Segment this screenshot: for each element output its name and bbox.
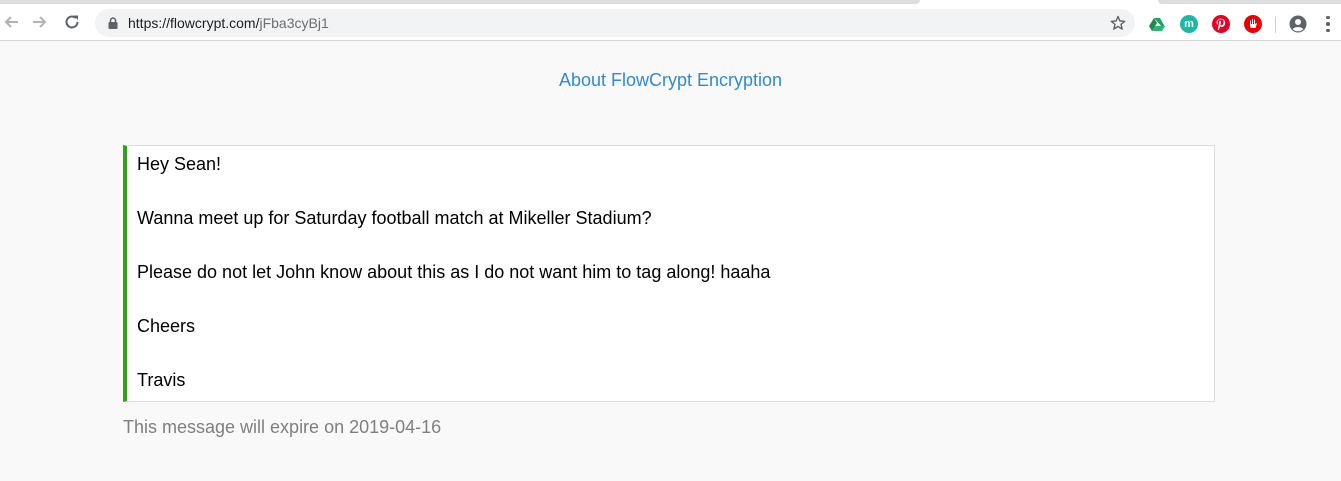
adblock-extension[interactable]: [1244, 15, 1262, 33]
browser-toolbar: https://flowcrypt.com/jFba3cyBj1 m: [0, 5, 1341, 41]
about-section: About FlowCrypt Encryption: [0, 70, 1341, 91]
message-line: Please do not let John know about this a…: [137, 262, 771, 282]
bookmark-button[interactable]: [1109, 14, 1127, 32]
pinterest-extension[interactable]: [1212, 15, 1230, 33]
expiry-notice: This message will expire on 2019-04-16: [123, 417, 441, 438]
about-flowcrypt-link[interactable]: About FlowCrypt Encryption: [559, 70, 782, 90]
profile-icon: [1289, 15, 1307, 33]
toolbar-separator: [1275, 17, 1276, 33]
menu-dots-icon: [1326, 15, 1330, 33]
profile-button[interactable]: [1289, 15, 1307, 33]
message-line: Cheers: [137, 316, 196, 336]
forward-button[interactable]: [27, 9, 53, 35]
adblock-icon: [1250, 19, 1257, 28]
address-bar[interactable]: https://flowcrypt.com/jFba3cyBj1: [95, 9, 1135, 37]
message-line: Wanna meet up for Saturday football matc…: [137, 208, 652, 228]
lock-icon: [108, 17, 118, 29]
reload-button[interactable]: [59, 9, 85, 35]
url-host: https://flowcrypt.com/: [128, 15, 260, 31]
back-arrow-icon: [4, 16, 18, 28]
pinterest-icon: [1216, 18, 1226, 31]
google-drive-extension[interactable]: [1148, 15, 1166, 33]
expiry-date: 2019-04-16: [349, 417, 442, 437]
decrypted-message: Hey Sean! Wanna meet up for Saturday foo…: [123, 145, 1215, 402]
expiry-label: This message will expire on: [123, 417, 350, 437]
bookmark-star-icon: [1110, 15, 1126, 30]
url-path: jFba3cyBj1: [259, 15, 329, 31]
url-text[interactable]: https://flowcrypt.com/jFba3cyBj1: [128, 15, 329, 31]
google-drive-icon: [1149, 18, 1165, 31]
mercury-extension[interactable]: m: [1180, 15, 1198, 33]
back-button[interactable]: [0, 9, 24, 35]
mercury-icon: m: [1184, 18, 1194, 30]
forward-arrow-icon: [33, 16, 47, 28]
inactive-tab-edge: [1158, 0, 1341, 4]
reload-icon: [65, 15, 79, 29]
message-line: Hey Sean!: [137, 154, 222, 174]
active-tab-edge: [0, 0, 920, 4]
browser-menu-button[interactable]: [1322, 15, 1334, 33]
message-line: Travis: [137, 370, 186, 390]
